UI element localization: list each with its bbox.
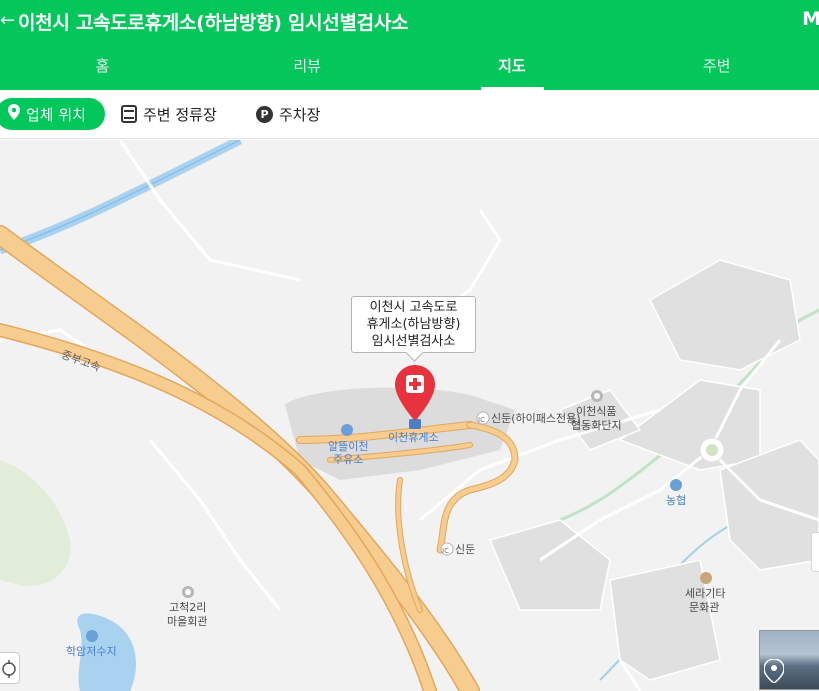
title-bar: ← 이천시 고속도로휴게소(하남방향) 임시선별검사소 M bbox=[0, 0, 819, 44]
tab-bar: 홈 리뷰 지도 주변 bbox=[0, 44, 819, 90]
label-food-complex-2: 협동화단지 bbox=[571, 419, 622, 432]
label-food-complex-1: 이천식품 bbox=[576, 405, 617, 418]
river bbox=[0, 140, 243, 255]
tab-map[interactable]: 지도 bbox=[410, 44, 615, 90]
callout-line-1: 이천시 고속도로 bbox=[369, 300, 458, 315]
label-gas-station-2: 주유소 bbox=[333, 453, 364, 466]
label-sindun-hipass-ic: 신둔(하이패스전용) bbox=[491, 412, 581, 425]
chip-parking[interactable]: P 주차장 bbox=[256, 98, 320, 130]
label-gas-station-1: 알뜰이천 bbox=[328, 440, 369, 453]
parking-icon: P bbox=[256, 105, 273, 123]
place-callout[interactable]: 이천시 고속도로 휴게소(하남방향) 임시선별검사소 bbox=[351, 296, 476, 353]
label-reservoir: 학암저수지 bbox=[66, 645, 117, 658]
label-ceramic-2: 문화관 bbox=[689, 601, 720, 614]
label-village-2: 마을회관 bbox=[167, 615, 208, 628]
tab-reviews[interactable]: 리뷰 bbox=[205, 44, 410, 90]
chip-business-location[interactable]: 업체 위치 bbox=[0, 98, 105, 130]
label-village-1: 고척2리 bbox=[169, 601, 207, 614]
header-right-button[interactable]: M bbox=[802, 8, 819, 30]
crosshair-icon bbox=[2, 660, 16, 678]
map-filter-bar: 업체 위치 주변 정류장 P 주차장 bbox=[0, 90, 819, 139]
street-view-thumbnail[interactable] bbox=[759, 630, 819, 690]
street-view-pin-icon bbox=[764, 659, 784, 683]
ic-badge-icon: IC bbox=[442, 547, 449, 555]
chip-label: 주차장 bbox=[279, 105, 321, 124]
map-zoom-control[interactable] bbox=[811, 532, 819, 572]
my-location-button[interactable] bbox=[0, 652, 20, 684]
chip-label: 업체 위치 bbox=[26, 105, 86, 124]
callout-line-2: 휴게소(하남방향) bbox=[366, 317, 461, 332]
place-detail-screen: ← 이천시 고속도로휴게소(하남방향) 임시선별검사소 M 홈 리뷰 지도 주변… bbox=[0, 0, 819, 691]
place-title: 이천시 고속도로휴게소(하남방향) 임시선별검사소 bbox=[18, 12, 409, 34]
bus-icon bbox=[121, 105, 137, 123]
label-ceramic-1: 세라기타 bbox=[685, 587, 726, 600]
medical-location-marker-icon[interactable] bbox=[395, 365, 435, 421]
tab-nearby[interactable]: 주변 bbox=[614, 44, 819, 90]
chip-label: 주변 정류장 bbox=[143, 105, 217, 124]
location-pin-icon bbox=[8, 104, 20, 124]
map-view[interactable]: 중부고속 이천휴게소 알뜰이천 주유소 신둔(하이패스전용) IC 신둔 IC … bbox=[0, 140, 819, 691]
green-area bbox=[0, 460, 71, 586]
label-sindun-ic: 신둔 bbox=[455, 543, 476, 556]
callout-line-3: 임시선별검사소 bbox=[371, 334, 456, 349]
label-nonghyup: 농협 bbox=[666, 494, 687, 507]
back-arrow-icon[interactable]: ← bbox=[0, 10, 15, 32]
ic-badge-icon: IC bbox=[478, 416, 485, 424]
label-icheon-rest-area: 이천휴게소 bbox=[388, 431, 439, 444]
tab-home[interactable]: 홈 bbox=[0, 44, 205, 90]
chip-nearby-stops[interactable]: 주변 정류장 bbox=[121, 98, 217, 130]
